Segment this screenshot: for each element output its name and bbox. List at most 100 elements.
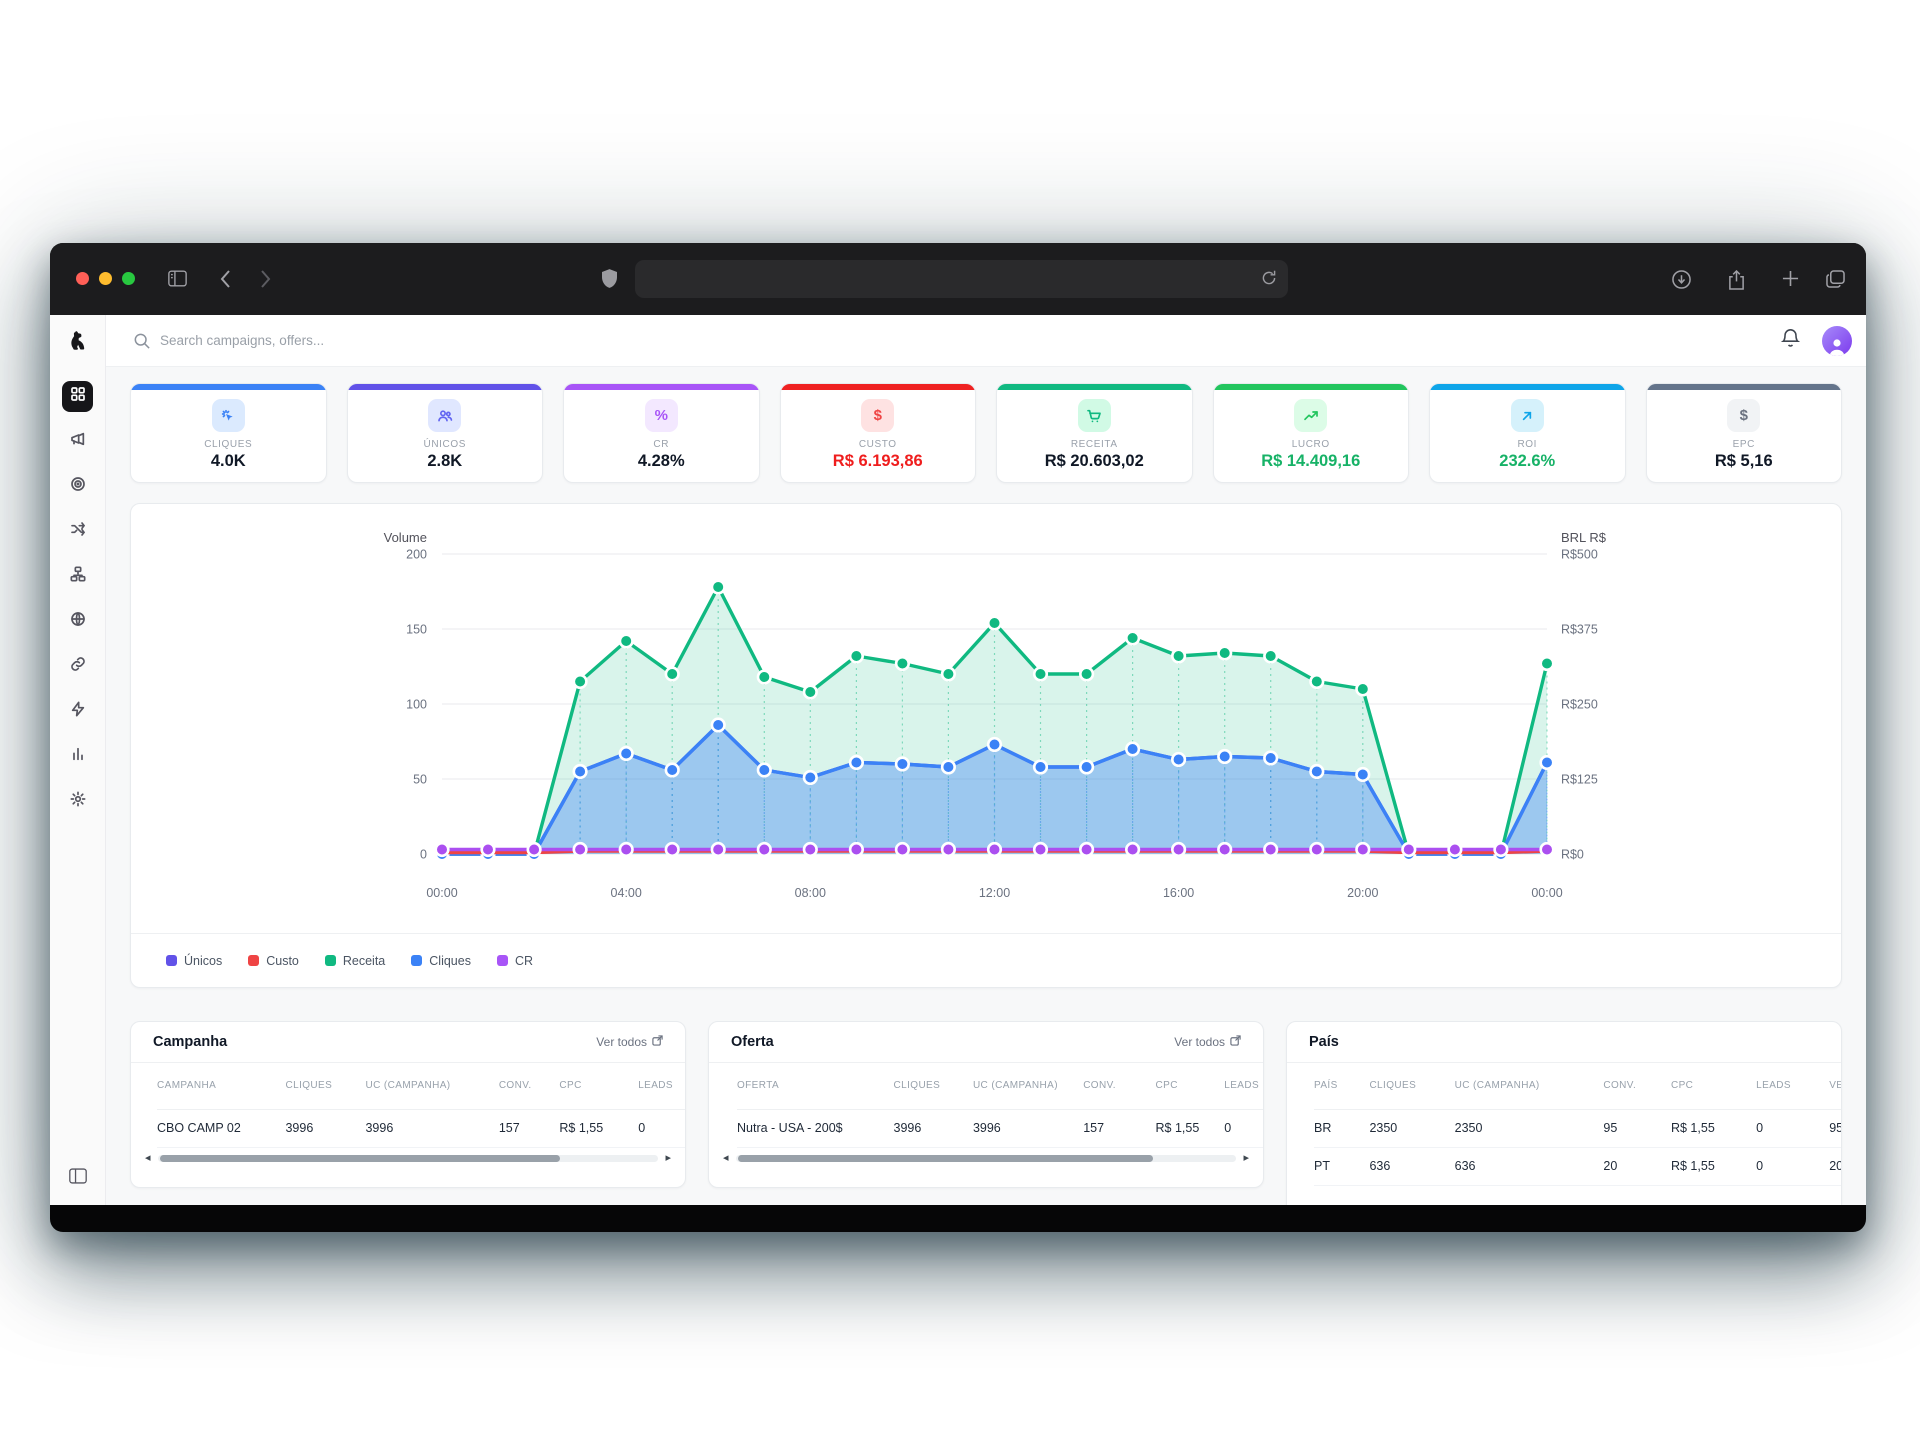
sidebar-item-configuracoes[interactable] bbox=[62, 786, 93, 817]
legend-item-receita[interactable]: Receita bbox=[325, 954, 385, 968]
stat-card-lucro: LUCROR$ 14.409,16 bbox=[1213, 383, 1410, 483]
stat-card-epc: $EPCR$ 5,16 bbox=[1646, 383, 1843, 483]
browser-toolbar bbox=[50, 243, 1866, 315]
table-cell: 3996 bbox=[894, 1109, 973, 1147]
sidebar-item-testes[interactable] bbox=[62, 516, 93, 547]
scroll-left-icon[interactable]: ◂ bbox=[723, 1153, 729, 1164]
table-cell: 3996 bbox=[973, 1109, 1083, 1147]
tabs-icon[interactable] bbox=[1826, 270, 1845, 288]
sidebar-item-ofertas[interactable] bbox=[62, 471, 93, 502]
horizontal-scrollbar: ◂▸ bbox=[709, 1148, 1263, 1166]
table-cell: 3996 bbox=[365, 1109, 498, 1147]
minimize-window-button[interactable] bbox=[99, 272, 112, 285]
percent-icon: % bbox=[645, 399, 678, 432]
share-icon[interactable] bbox=[1728, 270, 1745, 290]
legend-item-únicos[interactable]: Únicos bbox=[166, 954, 222, 968]
app-logo[interactable] bbox=[50, 315, 105, 367]
app-sidebar bbox=[50, 315, 106, 1205]
column-header: LEADS bbox=[1756, 1063, 1829, 1109]
address-bar[interactable] bbox=[635, 260, 1288, 298]
trend-icon bbox=[1294, 399, 1327, 432]
sidebar-collapse-icon[interactable] bbox=[69, 1168, 87, 1189]
avatar[interactable] bbox=[1822, 326, 1852, 356]
table-row[interactable]: BR2350235095R$ 1,55095R$ 9.288,09 bbox=[1314, 1109, 1841, 1147]
scrollbar-thumb[interactable] bbox=[738, 1155, 1154, 1162]
legend-label: Receita bbox=[343, 954, 385, 968]
svg-text:12:00: 12:00 bbox=[979, 886, 1010, 900]
dog-logo-icon bbox=[66, 328, 90, 354]
scroll-right-icon[interactable]: ▸ bbox=[1243, 1153, 1249, 1164]
svg-text:R$125: R$125 bbox=[1561, 773, 1598, 787]
table-cell: 636 bbox=[1369, 1147, 1454, 1185]
zoom-window-button[interactable] bbox=[122, 272, 135, 285]
stat-card-custo: $CUSTOR$ 6.193,86 bbox=[780, 383, 977, 483]
svg-text:00:00: 00:00 bbox=[1531, 886, 1562, 900]
search-input[interactable] bbox=[160, 333, 580, 348]
scrollbar-track[interactable] bbox=[736, 1155, 1237, 1162]
scrollbar-thumb[interactable] bbox=[160, 1155, 561, 1162]
stat-accent-bar bbox=[1214, 384, 1409, 390]
scrollbar-track[interactable] bbox=[158, 1155, 659, 1162]
sidebar-item-dominios[interactable] bbox=[62, 606, 93, 637]
column-header: UC (CAMPANHA) bbox=[973, 1063, 1083, 1109]
close-window-button[interactable] bbox=[76, 272, 89, 285]
legend-item-cliques[interactable]: Cliques bbox=[411, 954, 471, 968]
column-header: CONV. bbox=[1083, 1063, 1155, 1109]
reload-icon[interactable] bbox=[1261, 269, 1277, 292]
sidebar-toggle-icon[interactable] bbox=[168, 270, 187, 287]
new-tab-icon[interactable] bbox=[1782, 270, 1799, 287]
column-header: UC (CAMPANHA) bbox=[1455, 1063, 1604, 1109]
external-link-icon bbox=[652, 1035, 663, 1049]
dashboard-page: CLIQUES4.0KÚNICOS2.8K%CR4.28%$CUSTOR$ 6.… bbox=[106, 367, 1866, 1205]
summary-tables-row: CampanhaVer todosCAMPANHACLIQUESUC (CAMP… bbox=[130, 1021, 1842, 1205]
forward-icon[interactable] bbox=[260, 270, 271, 288]
table-cell: 0 bbox=[1756, 1109, 1829, 1147]
svg-text:R$250: R$250 bbox=[1561, 698, 1598, 712]
column-header: CONV. bbox=[1603, 1063, 1671, 1109]
legend-label: CR bbox=[515, 954, 533, 968]
timeline-chart: VolumeBRL R$200150100500R$500R$375R$250R… bbox=[131, 504, 1841, 924]
svg-text:50: 50 bbox=[413, 773, 427, 787]
legend-item-cr[interactable]: CR bbox=[497, 954, 533, 968]
table-card-title: País bbox=[1309, 1034, 1339, 1050]
scroll-left-icon[interactable]: ◂ bbox=[145, 1153, 151, 1164]
svg-text:R$0: R$0 bbox=[1561, 848, 1584, 862]
svg-text:0: 0 bbox=[420, 848, 427, 862]
bell-icon[interactable] bbox=[1781, 328, 1800, 353]
stat-accent-bar bbox=[997, 384, 1192, 390]
legend-item-custo[interactable]: Custo bbox=[248, 954, 299, 968]
ver-todos-link[interactable]: Ver todos bbox=[596, 1035, 663, 1049]
external-link-icon bbox=[1230, 1035, 1241, 1049]
stat-value: R$ 20.603,02 bbox=[1045, 452, 1144, 471]
back-icon[interactable] bbox=[220, 270, 231, 288]
table-cell: 95 bbox=[1603, 1109, 1671, 1147]
sidebar-item-integracoes[interactable] bbox=[62, 696, 93, 727]
horizontal-scrollbar: ◂▸ bbox=[131, 1148, 685, 1166]
download-icon[interactable] bbox=[1672, 270, 1691, 289]
svg-text:200: 200 bbox=[406, 548, 427, 562]
table-row[interactable]: CBO CAMP 0239963996157R$ 1,550157R$ 20.6… bbox=[157, 1109, 685, 1147]
table-cell: 0 bbox=[638, 1109, 685, 1147]
table-cell: 157 bbox=[1083, 1109, 1155, 1147]
sidebar-item-links[interactable] bbox=[62, 651, 93, 682]
table-row[interactable]: Nutra - USA - 200$39963996157R$ 1,550157… bbox=[737, 1109, 1263, 1147]
column-header: OFERTA bbox=[737, 1063, 894, 1109]
stat-card-cr: %CR4.28% bbox=[563, 383, 760, 483]
table-row[interactable]: PT63663620R$ 1,55020R$ 3.484,10 bbox=[1314, 1147, 1841, 1185]
sidebar-item-campanhas[interactable] bbox=[62, 426, 93, 457]
search-icon bbox=[134, 333, 150, 349]
column-header: CPC bbox=[559, 1063, 638, 1109]
sidebar-item-relatorios[interactable] bbox=[62, 741, 93, 772]
arrowur-icon bbox=[1511, 399, 1544, 432]
sidebar-item-dashboard[interactable] bbox=[62, 381, 93, 412]
svg-text:20:00: 20:00 bbox=[1347, 886, 1378, 900]
zap-icon bbox=[70, 701, 86, 722]
table-card-title: Campanha bbox=[153, 1034, 227, 1050]
stat-label: CUSTO bbox=[859, 439, 897, 450]
ver-todos-link[interactable]: Ver todos bbox=[1174, 1035, 1241, 1049]
stat-value: R$ 6.193,86 bbox=[833, 452, 923, 471]
stat-accent-bar bbox=[348, 384, 543, 390]
stat-label: RECEITA bbox=[1071, 439, 1118, 450]
sidebar-item-funis[interactable] bbox=[62, 561, 93, 592]
scroll-right-icon[interactable]: ▸ bbox=[665, 1153, 671, 1164]
